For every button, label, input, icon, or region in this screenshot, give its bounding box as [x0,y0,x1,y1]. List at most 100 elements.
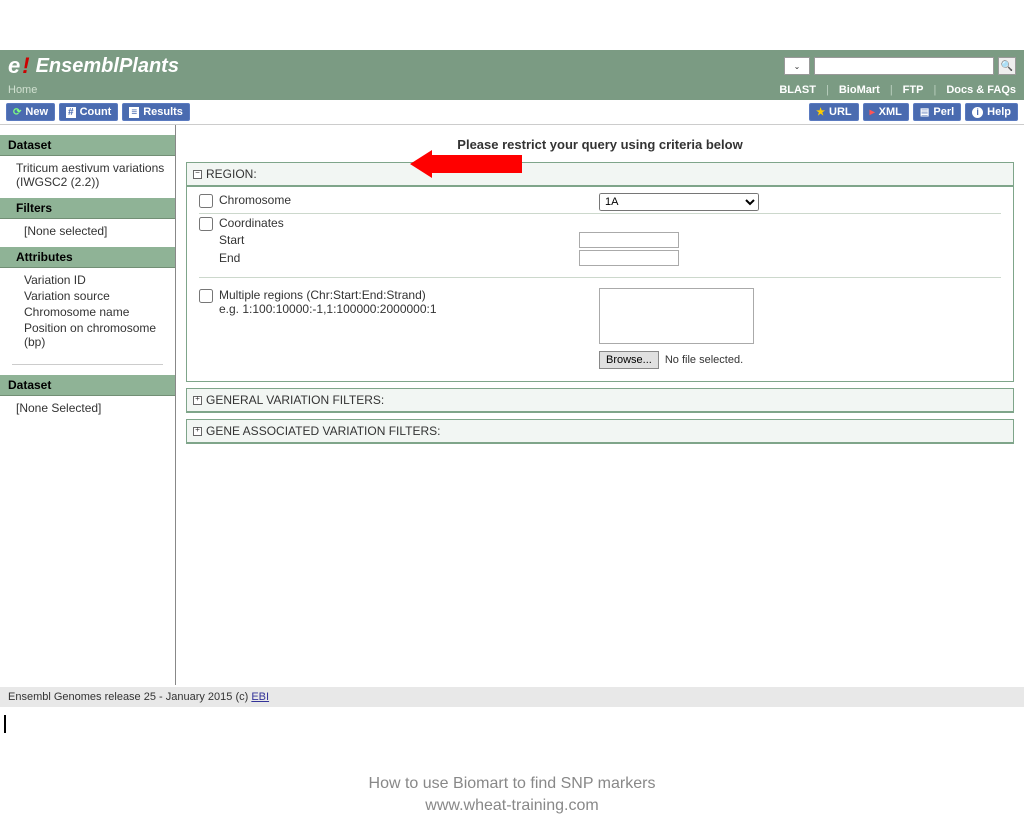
count-button[interactable]: # Count [59,103,118,121]
end-label: End [219,251,579,265]
file-status: No file selected. [665,354,743,366]
sidebar-dataset-item[interactable]: Triticum aestivum variations (IWGSC2 (2.… [16,160,167,190]
perl-button[interactable]: ▤ Perl [913,103,961,121]
sidebar-attr-item[interactable]: Position on chromosome (bp) [24,320,167,350]
logo-text: EnsemblPlants [36,55,179,78]
sidebar-attributes-body: Variation ID Variation source Chromosome… [0,268,175,358]
footer-bar: Ensembl Genomes release 25 - January 201… [0,687,1024,707]
sidebar-filters-item[interactable]: [None selected] [24,223,167,239]
doc-icon: ▸ [870,107,875,118]
home-link[interactable]: Home [8,84,37,96]
sidebar-dataset2-body: [None Selected] [0,396,175,424]
sidebar-dataset2-item[interactable]: [None Selected] [16,400,167,416]
general-filters-header[interactable]: + GENERAL VARIATION FILTERS: [187,389,1013,412]
sidebar-dataset2-header[interactable]: Dataset [0,375,175,396]
xml-button-label: XML [879,106,902,118]
region-header[interactable]: − REGION: [187,163,1013,187]
sidebar-attr-item[interactable]: Variation ID [24,272,167,288]
nav-ftp[interactable]: FTP [903,84,924,96]
footer-link[interactable]: EBI [251,691,269,703]
search-scope-dropdown[interactable]: ⌄ [784,57,810,75]
file-row: Browse... No file selected. [199,347,743,369]
chromosome-row: Chromosome 1A [199,191,1001,213]
multi-regions-row: Multiple regions (Chr:Start:End:Strand) … [199,286,1001,371]
region-filter-box: − REGION: Chromosome 1A [186,162,1014,382]
end-input[interactable] [579,250,679,266]
sidebar-filters-header[interactable]: Filters [0,198,175,219]
info-icon: i [972,107,983,118]
search-button[interactable]: 🔍 [998,57,1016,75]
collapse-icon: − [193,170,202,179]
chromosome-select[interactable]: 1A [599,193,759,211]
list-icon: ≡ [129,107,139,118]
red-arrow-annotation [432,155,522,176]
logo-e-letter: e [8,53,20,79]
content-row: Dataset Triticum aestivum variations (IW… [0,125,1024,685]
search-input[interactable] [814,57,994,75]
sidebar-dataset-body: Triticum aestivum variations (IWGSC2 (2.… [0,156,175,198]
chromosome-checkbox[interactable] [199,194,213,208]
caption-line1: How to use Biomart to find SNP markers [0,773,1024,795]
toolbar-right: ★ URL ▸ XML ▤ Perl i Help [809,103,1018,121]
perl-button-label: Perl [933,106,954,118]
gene-filters-header[interactable]: + GENE ASSOCIATED VARIATION FILTERS: [187,420,1013,443]
multi-example: e.g. 1:100:10000:-1,1:100000:2000000:1 [219,302,437,316]
expand-icon: + [193,427,202,436]
nav-blast[interactable]: BLAST [779,84,816,96]
region-separator [199,277,1001,278]
hash-icon: # [66,107,76,118]
sidebar-dataset-header[interactable]: Dataset [0,135,175,156]
browse-button[interactable]: Browse... [599,351,659,369]
refresh-icon: ⟳ [13,107,21,118]
footer-text: Ensembl Genomes release 25 - January 201… [8,691,251,703]
multi-textarea[interactable] [599,288,754,344]
count-button-label: Count [80,106,112,118]
help-button-label: Help [987,106,1011,118]
general-filters-label: GENERAL VARIATION FILTERS: [206,393,384,407]
main-area: Please restrict your query using criteri… [175,125,1024,685]
end-row: End [199,249,1001,267]
page-title: Please restrict your query using criteri… [186,137,1014,152]
coordinates-label: Coordinates [219,216,599,230]
start-label: Start [219,233,579,247]
header-right: ⌄ 🔍 [784,57,1016,75]
sidebar-attr-item[interactable]: Chromosome name [24,304,167,320]
nav-biomart[interactable]: BioMart [839,84,880,96]
nav-docs[interactable]: Docs & FAQs [946,84,1016,96]
url-button[interactable]: ★ URL [809,103,859,121]
sidebar-attr-item[interactable]: Variation source [24,288,167,304]
region-body: Chromosome 1A Coordinates [187,187,1013,381]
star-icon: ★ [816,107,825,118]
magnifier-icon: 🔍 [1001,61,1013,72]
multi-checkbox[interactable] [199,289,213,303]
logo-exclaim-icon: ! [22,53,29,79]
multi-label: Multiple regions (Chr:Start:End:Strand) … [219,288,599,316]
text-cursor-icon [4,715,6,733]
general-filters-box: + GENERAL VARIATION FILTERS: [186,388,1014,413]
url-button-label: URL [829,106,852,118]
results-button[interactable]: ≡ Results [122,103,190,121]
sidebar-attributes-header[interactable]: Attributes [0,247,175,268]
region-header-label: REGION: [206,167,257,181]
chromosome-label: Chromosome [219,193,599,207]
app-window: e! EnsemblPlants ⌄ 🔍 Home BLAST | BioMar… [0,0,1024,818]
sidebar-filters-body: [None selected] [0,219,175,247]
new-button[interactable]: ⟳ New [6,103,55,121]
gene-filters-box: + GENE ASSOCIATED VARIATION FILTERS: [186,419,1014,444]
header-band: e! EnsemblPlants ⌄ 🔍 [0,50,1024,82]
logo[interactable]: e! EnsemblPlants [8,53,179,79]
gene-filters-label: GENE ASSOCIATED VARIATION FILTERS: [206,424,441,438]
start-row: Start [199,231,1001,249]
new-button-label: New [25,106,48,118]
results-button-label: Results [143,106,183,118]
xml-button[interactable]: ▸ XML [863,103,909,121]
script-icon: ▤ [920,107,929,118]
sidebar: Dataset Triticum aestivum variations (IW… [0,125,175,685]
help-button[interactable]: i Help [965,103,1018,121]
caption-line2: www.wheat-training.com [0,795,1024,817]
coordinates-row: Coordinates Start End [199,213,1001,269]
expand-icon: + [193,396,202,405]
coordinates-checkbox[interactable] [199,217,213,231]
start-input[interactable] [579,232,679,248]
header-nav: BLAST | BioMart | FTP | Docs & FAQs [779,84,1016,96]
